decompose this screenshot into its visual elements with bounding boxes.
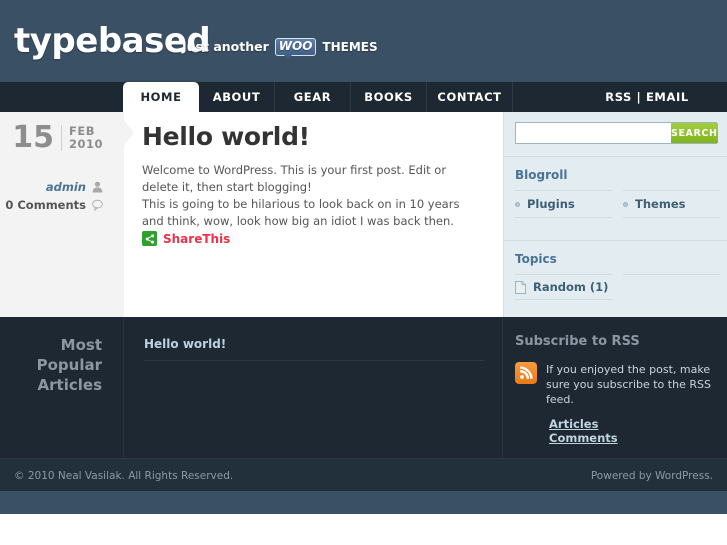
post-date-year: 2010: [68, 137, 103, 151]
blogroll-link-plugins[interactable]: Plugins: [515, 190, 612, 218]
nav-item-contact[interactable]: CONTACT: [427, 82, 513, 112]
rss-link-articles[interactable]: Articles: [549, 417, 618, 431]
post-column: Hello world! Welcome to WordPress. This …: [124, 112, 503, 317]
blogroll-link-label: Themes: [635, 197, 686, 211]
site-footer: Most Popular Articles Hello world! Subsc…: [0, 317, 727, 458]
main-navigation: HOME ABOUT GEAR BOOKS CONTACT RSS | EMAIL: [0, 82, 727, 112]
search-button[interactable]: SEARCH: [671, 123, 718, 143]
person-icon: [92, 181, 103, 193]
powered-by-text: Powered by WordPress.: [590, 470, 713, 482]
site-header: typebased Just another WOO THEMES: [0, 0, 727, 82]
nav-item-rss-email[interactable]: RSS | EMAIL: [567, 82, 727, 112]
post-title[interactable]: Hello world!: [142, 122, 310, 151]
search-input[interactable]: [516, 123, 671, 143]
nav-item-home[interactable]: HOME: [123, 82, 199, 112]
rss-links: Articles Comments: [549, 417, 618, 445]
search-form: SEARCH: [515, 122, 718, 144]
popular-articles-title: Most Popular Articles: [36, 336, 102, 394]
sidebar-divider-1: [504, 156, 727, 157]
rss-description: If you enjoyed the post, make sure you s…: [546, 363, 711, 406]
page-root: typebased Just another WOO THEMES HOME AB…: [0, 0, 727, 545]
nav-item-about[interactable]: ABOUT: [199, 82, 275, 112]
site-logo[interactable]: typebased: [14, 20, 211, 62]
page-bottom-strip: [0, 491, 727, 514]
woo-badge: WOO: [274, 38, 317, 59]
share-icon: [142, 231, 157, 246]
topic-item-label: Random (1): [533, 280, 609, 294]
post-date-day: 15: [12, 120, 54, 155]
page-bottom-white: [0, 514, 727, 545]
footer-article-link[interactable]: Hello world!: [144, 337, 484, 361]
rss-link-comments[interactable]: Comments: [549, 431, 618, 445]
topic-item-random[interactable]: Random (1): [515, 274, 612, 300]
comment-bubble-icon: [92, 199, 103, 211]
rss-icon[interactable]: [515, 362, 537, 384]
page-icon: [515, 280, 526, 294]
subscribe-rss-title: Subscribe to RSS: [515, 334, 640, 349]
nav-items-container: HOME ABOUT GEAR BOOKS CONTACT: [123, 82, 513, 112]
sharethis-button[interactable]: ShareThis: [142, 231, 230, 246]
post-date: 15 FEB 2010: [12, 122, 103, 154]
nav-item-books[interactable]: BOOKS: [351, 82, 427, 112]
post-author-label: admin: [45, 180, 86, 194]
rss-block: If you enjoyed the post, make sure you s…: [515, 362, 719, 407]
footer-rss-column: Subscribe to RSS If you enjoyed the post…: [504, 317, 727, 458]
post-date-monthyear: FEB 2010: [60, 125, 103, 151]
sidebar-divider-2: [504, 240, 727, 241]
tagline-prefix: Just another: [182, 39, 269, 54]
blogroll-title: Blogroll: [515, 168, 568, 182]
footer-popular-column: Most Popular Articles: [0, 317, 124, 458]
blogroll-link-themes[interactable]: Themes: [623, 190, 720, 218]
nav-item-gear[interactable]: GEAR: [275, 82, 351, 112]
site-tagline: Just another WOO THEMES: [182, 38, 378, 59]
content-area: 15 FEB 2010 admin 0 Comments Hello world…: [0, 112, 727, 317]
post-author[interactable]: admin: [46, 180, 103, 194]
topics-title: Topics: [515, 252, 557, 266]
bullet-icon: [515, 201, 520, 207]
post-comment-label: 0 Comments: [5, 198, 86, 212]
blogroll-link-label: Plugins: [527, 197, 575, 211]
sharethis-label: ShareThis: [163, 231, 231, 246]
post-meta-column: 15 FEB 2010 admin 0 Comments: [0, 112, 124, 317]
sidebar: SEARCH Blogroll Plugins Themes Topics Ra…: [503, 112, 727, 317]
copyright-bar: © 2010 Neal Vasilak. All Rights Reserved…: [0, 458, 727, 491]
post-body: Welcome to WordPress. This is your first…: [142, 163, 460, 228]
footer-arrow-notch: [124, 335, 133, 357]
post-comment-count[interactable]: 0 Comments: [5, 198, 103, 212]
meta-arrow-notch: [124, 120, 134, 146]
copyright-text: © 2010 Neal Vasilak. All Rights Reserved…: [14, 470, 234, 482]
topics-empty-divider-top: [623, 274, 720, 275]
footer-articles-column: Hello world!: [125, 317, 503, 458]
woo-themes-label: THEMES: [322, 40, 378, 54]
bullet-icon: [623, 201, 628, 207]
